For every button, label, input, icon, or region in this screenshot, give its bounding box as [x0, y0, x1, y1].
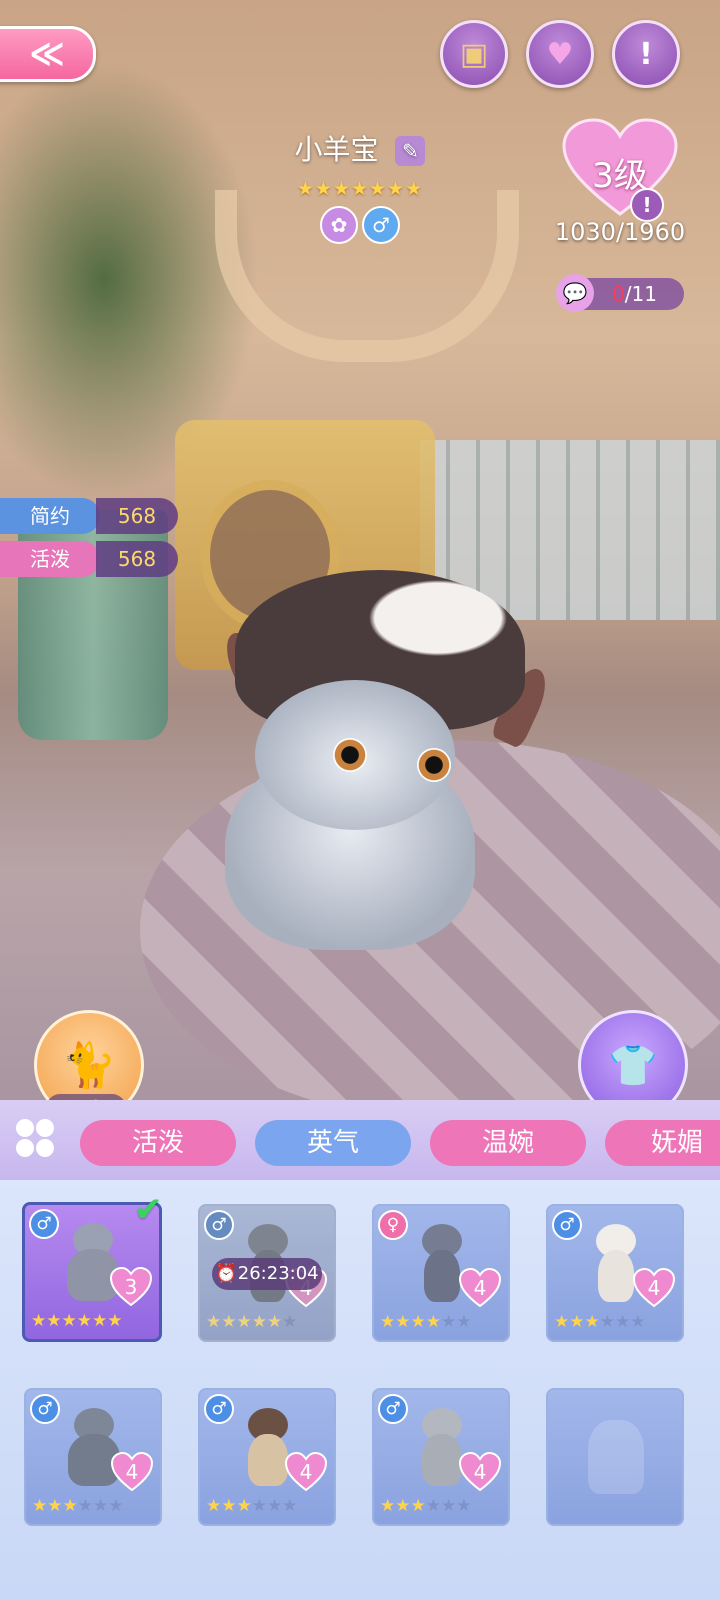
level-info-icon[interactable]: !: [630, 188, 664, 222]
card-stars: ★★★★★★: [206, 1496, 298, 1516]
info-button[interactable]: !: [612, 20, 680, 88]
trait-name: 活泼: [0, 541, 100, 577]
trait-name: 简约: [0, 498, 100, 534]
male-icon: ♂: [552, 1210, 582, 1240]
trait-lively: 活泼 568: [0, 541, 178, 577]
tab-charming[interactable]: 妩媚: [605, 1120, 720, 1166]
chat-count-current: 0: [612, 282, 625, 306]
level-label: 3级: [592, 156, 648, 196]
card-level-heart: 4: [458, 1452, 502, 1492]
card-level-heart: 4: [458, 1268, 502, 1308]
female-icon: ♀: [378, 1210, 408, 1240]
cat-left-eye: [333, 738, 367, 772]
exp-progress: 1030/1960: [554, 218, 686, 246]
double-chevron-left-icon: ≪: [29, 34, 64, 74]
card-level: 4: [125, 1460, 139, 1484]
cat-silhouette-icon: 🐈: [61, 1040, 117, 1091]
card-level-heart: 3: [109, 1267, 153, 1307]
card-stars: ★★★★★★: [380, 1312, 472, 1332]
pet-cat-model[interactable]: [185, 570, 565, 990]
cat-card[interactable]: ♂ 4 ★★★★★★: [372, 1388, 510, 1526]
box-button[interactable]: ▣: [440, 20, 508, 88]
box-icon: ▣: [459, 36, 489, 72]
cat-right-eye: [417, 748, 451, 782]
male-icon: ♂: [29, 1209, 59, 1239]
cat-card[interactable]: ♂ 4 ★★★★★★: [546, 1204, 684, 1342]
card-level-heart: 4: [632, 1268, 676, 1308]
chat-count: 0/11: [612, 282, 657, 306]
cat-card[interactable]: ♂ 4 ★★★★★★: [198, 1388, 336, 1526]
card-stars: ★★★★★★: [554, 1312, 646, 1332]
card-level: 4: [473, 1460, 487, 1484]
card-level: 4: [299, 1460, 313, 1484]
card-level: 3: [124, 1275, 138, 1299]
card-level-heart: 4: [110, 1452, 154, 1492]
exclamation-icon: !: [639, 36, 653, 72]
male-icon: ♂: [30, 1394, 60, 1424]
edit-name-icon[interactable]: ✎: [395, 136, 426, 166]
trait-value: 568: [96, 498, 178, 534]
card-stars: ★★★★★★: [31, 1311, 123, 1331]
trait-value: 568: [96, 541, 178, 577]
pet-name: 小羊宝: [294, 133, 379, 166]
cat-card[interactable]: ♂ 4 ★★★★★★: [24, 1388, 162, 1526]
back-button[interactable]: ≪: [0, 26, 96, 82]
trait-simple: 简约 568: [0, 498, 178, 534]
tab-heroic[interactable]: 英气: [255, 1120, 411, 1166]
card-stars: ★★★★★★: [32, 1496, 124, 1516]
chat-bubble-icon: 💬: [556, 274, 594, 312]
tab-lively[interactable]: 活泼: [80, 1120, 236, 1166]
tab-gentle[interactable]: 温婉: [430, 1120, 586, 1166]
favorite-button[interactable]: ♥: [526, 20, 594, 88]
shirt-icon: 👕: [608, 1042, 658, 1089]
gift-icon[interactable]: ✿: [320, 206, 358, 244]
cat-card[interactable]: ♀ 4 ★★★★★★: [372, 1204, 510, 1342]
clover-icon[interactable]: [16, 1119, 56, 1159]
heart-icon: ♥: [546, 36, 574, 72]
male-icon: ♂: [204, 1394, 234, 1424]
male-icon: ♂: [362, 206, 400, 244]
cat-silhouette-icon: [588, 1420, 644, 1494]
card-level: 4: [473, 1276, 487, 1300]
check-icon: ✔: [134, 1190, 163, 1230]
card-level-heart: 4: [284, 1452, 328, 1492]
male-icon: ♂: [378, 1394, 408, 1424]
card-stars: ★★★★★★: [380, 1496, 472, 1516]
empty-cat-slot[interactable]: [546, 1388, 684, 1526]
card-stars: ★★★★★★: [206, 1312, 298, 1332]
chat-count-total: /11: [624, 282, 657, 306]
unlock-timer: ⏰26:23:04: [212, 1258, 322, 1290]
male-icon: ♂: [204, 1210, 234, 1240]
card-level: 4: [647, 1276, 661, 1300]
